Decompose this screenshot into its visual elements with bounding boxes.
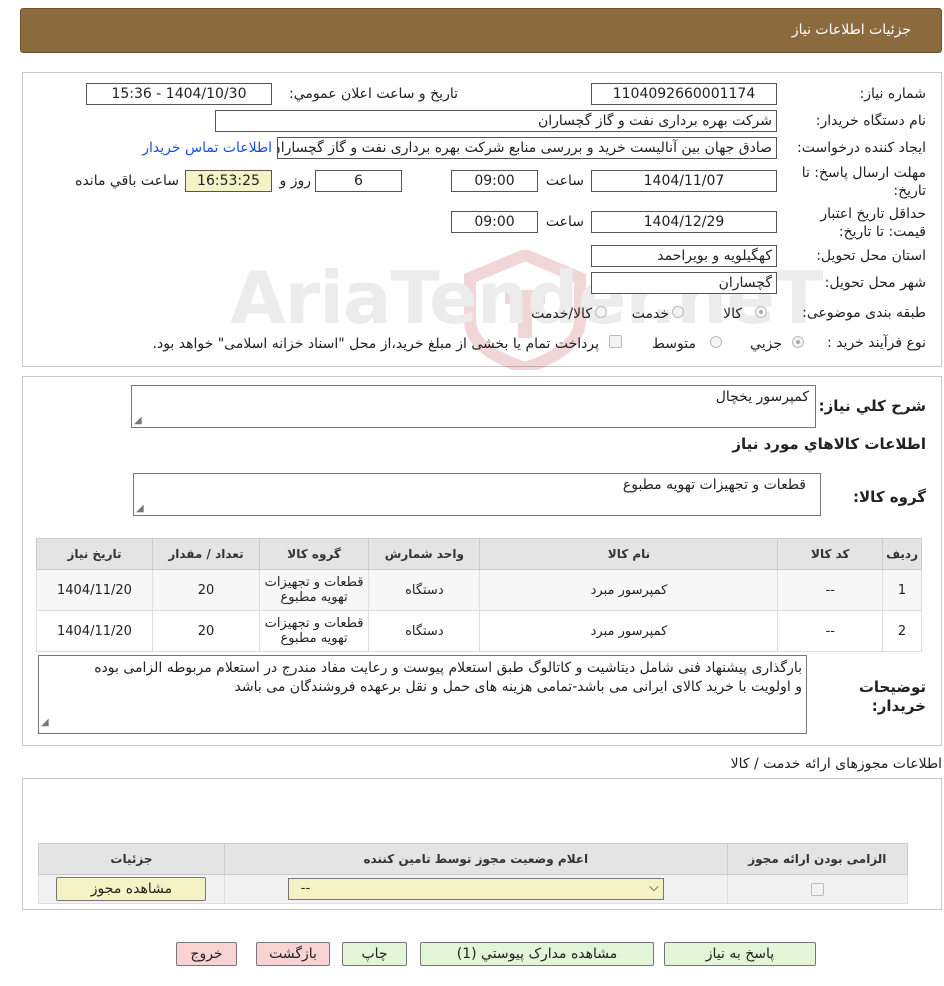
items-title: اطلاعات کالاهاي مورد نياز xyxy=(732,435,926,453)
cell-name: کمپرسور مبرد xyxy=(479,569,779,611)
summary-textarea: کمپرسور یخچال ◢ xyxy=(131,385,816,428)
process-medium-label: متوسط xyxy=(652,336,696,352)
summary-text: کمپرسور یخچال xyxy=(715,389,809,405)
category-goods-radio[interactable] xyxy=(755,306,767,318)
cell-row: 1 xyxy=(882,569,922,611)
category-service-radio[interactable] xyxy=(672,306,684,318)
col-group: گروه کالا xyxy=(258,538,370,570)
deadline-date-field: 1404/11/07 xyxy=(591,170,777,192)
deadline-time-field: 09:00 xyxy=(451,170,538,192)
col-name: نام کالا xyxy=(479,538,779,570)
process-medium-radio[interactable] xyxy=(710,336,722,348)
notes-label-text: توضیحات خریدار: xyxy=(858,678,926,715)
group-label: گروه کالا: xyxy=(853,488,926,506)
cell-row: 2 xyxy=(882,610,922,652)
remaining-label: ساعت باقي مانده xyxy=(75,173,179,189)
deadline-hour-label: ساعت xyxy=(545,173,584,189)
requester-label: ایجاد کننده درخواست: xyxy=(797,140,926,156)
page-header: جزئیات اطلاعات نیاز xyxy=(20,8,942,53)
province-label: استان محل تحویل: xyxy=(816,248,926,264)
category-both-label: کالا/خدمت xyxy=(531,306,592,322)
print-button[interactable]: چاپ xyxy=(342,942,407,966)
validity-time-field: 09:00 xyxy=(451,211,538,233)
col-row: رديف xyxy=(882,538,922,570)
group-text: قطعات و تجهیزات تهویه مطبوع xyxy=(622,477,806,493)
announce-label: تاریخ و ساعت اعلان عمومي: xyxy=(289,86,458,102)
chevron-down-icon: ⌵ xyxy=(648,880,659,895)
notes-label: توضیحات خریدار: xyxy=(856,678,926,716)
exit-button[interactable]: خروج xyxy=(176,942,237,966)
group-textarea: قطعات و تجهیزات تهویه مطبوع ◢ xyxy=(133,473,821,516)
watermark-text: AriaTender.neT xyxy=(230,256,823,340)
deadline-label: مهلت ارسال پاسخ: تا تاریخ: xyxy=(801,165,926,199)
notes-line-1: بارگذاری پیشنهاد فنی شامل دیتاشیت و کاتا… xyxy=(94,660,802,676)
page-title: جزئیات اطلاعات نیاز xyxy=(791,22,911,38)
cell-code: -- xyxy=(777,610,884,652)
category-both-radio[interactable] xyxy=(595,306,607,318)
days-field: 6 xyxy=(315,170,402,192)
permits-title: اطلاعات مجوزهای ارائه خدمت / کالا xyxy=(730,756,942,772)
category-label: طبقه بندی موضوعی: xyxy=(802,305,926,321)
resize-grip-icon: ◢ xyxy=(134,415,142,426)
cell-date: 1404/11/20 xyxy=(36,610,153,652)
view-permit-button[interactable]: مشاهده مجوز xyxy=(56,877,207,901)
validity-label: حداقل تاريخ اعتبار قيمت: تا تاريخ: xyxy=(820,206,926,240)
col-permit-details: جزئیات xyxy=(38,843,225,875)
city-field: گچساران xyxy=(591,272,777,294)
city-label: شهر محل تحویل: xyxy=(824,275,926,291)
resize-grip-icon: ◢ xyxy=(41,717,49,728)
category-service-label: خدمت xyxy=(631,306,669,322)
back-button[interactable]: بازگشت xyxy=(256,942,330,966)
resize-grip-icon: ◢ xyxy=(136,503,144,514)
validity-date-field: 1404/12/29 xyxy=(591,211,777,233)
announce-field: 1404/10/30 - 15:36 xyxy=(86,83,272,105)
validity-hour-label: ساعت xyxy=(545,214,584,230)
province-field: کهگیلویه و بویراحمد xyxy=(591,245,777,267)
days-label: روز و xyxy=(279,173,312,189)
col-permit-status: اعلام وضعیت مجوز توسط تامین کننده xyxy=(223,843,728,875)
col-unit: واحد شمارش xyxy=(368,538,481,570)
process-minor-radio[interactable] xyxy=(792,336,804,348)
category-goods-label: کالا xyxy=(723,306,742,322)
remaining-time-field: 16:53:25 xyxy=(185,170,272,192)
need-number-field: 1104092660001174 xyxy=(591,83,777,105)
requester-field: صادق جهان بین آنالیست خرید و بررسی منابع… xyxy=(277,137,777,159)
cell-group: قطعات و تجهیزات تهویه مطبوع xyxy=(258,569,370,611)
table-row: 1 -- کمپرسور مبرد دستگاه قطعات و تجهیزات… xyxy=(36,569,922,611)
permit-status-value: -- xyxy=(300,881,311,896)
buyer-org-field: شرکت بهره برداری نفت و گاز گچساران xyxy=(215,110,777,132)
cell-qty: 20 xyxy=(151,610,260,652)
view-attachments-button[interactable]: مشاهده مدارک پیوستي (1) xyxy=(420,942,654,966)
payment-note: پرداخت تمام یا بخشی از مبلغ خرید،از محل … xyxy=(152,336,599,352)
table-row: -- ⌵ مشاهده مجوز xyxy=(38,874,909,904)
cell-unit: دستگاه xyxy=(368,569,481,611)
col-permit-required: الزامی بودن ارائه مجوز xyxy=(726,843,909,875)
permits-table: الزامی بودن ارائه مجوز اعلام وضعیت مجوز … xyxy=(38,843,909,904)
need-number-label: شماره نیاز: xyxy=(859,86,927,102)
col-qty: تعداد / مقدار xyxy=(151,538,260,570)
col-code: کد کالا xyxy=(777,538,884,570)
cell-group: قطعات و تجهیزات تهویه مطبوع xyxy=(258,610,370,652)
reply-button[interactable]: پاسخ به نیاز xyxy=(664,942,816,966)
col-date: تاریخ نیاز xyxy=(36,538,153,570)
table-row: 2 -- کمپرسور مبرد دستگاه قطعات و تجهیزات… xyxy=(36,610,922,652)
process-label: نوع فرآیند خرید : xyxy=(827,335,926,351)
permit-status-select[interactable]: -- ⌵ xyxy=(287,878,664,900)
contact-buyer-link[interactable]: اطلاعات تماس خریدار xyxy=(142,140,272,156)
permit-required-checkbox xyxy=(810,882,824,896)
notes-textarea: بارگذاری پیشنهاد فنی شامل دیتاشیت و کاتا… xyxy=(38,655,807,734)
items-table: رديف کد کالا نام کالا واحد شمارش گروه کا… xyxy=(36,538,922,652)
buyer-org-label: نام دستگاه خریدار: xyxy=(815,113,926,129)
cell-name: کمپرسور مبرد xyxy=(479,610,779,652)
cell-qty: 20 xyxy=(151,569,260,611)
watermark: AriaTender.neT xyxy=(90,248,823,375)
cell-code: -- xyxy=(777,569,884,611)
cell-unit: دستگاه xyxy=(368,610,481,652)
summary-label: شرح کلي نياز: xyxy=(818,397,926,415)
cell-date: 1404/11/20 xyxy=(36,569,153,611)
notes-line-2: و اولویت با خرید کالای ایرانی می باشد-تم… xyxy=(234,679,802,695)
process-minor-label: جزیي xyxy=(750,336,782,352)
treasury-payment-checkbox[interactable] xyxy=(609,335,622,348)
